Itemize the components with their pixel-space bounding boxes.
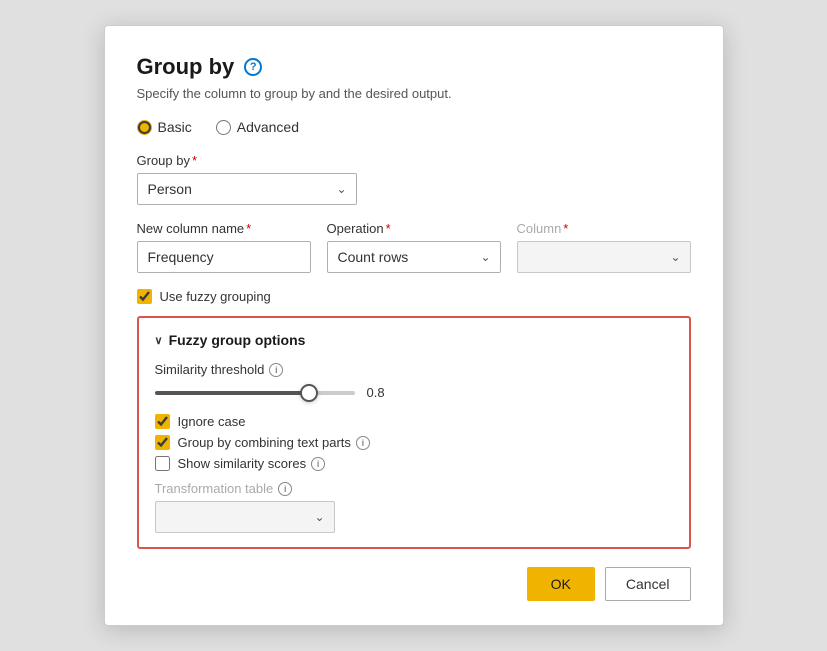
similarity-threshold-row: Similarity threshold i 0.8 <box>155 362 673 400</box>
radio-basic-text: Basic <box>158 119 192 135</box>
new-column-name-col: New column name* <box>137 221 311 273</box>
group-by-row: Group by* Person Column1 Column2 ⌄ <box>137 153 691 205</box>
new-column-name-label: New column name* <box>137 221 311 236</box>
ignore-case-row[interactable]: Ignore case <box>155 414 673 429</box>
operation-select-wrapper: Count rows Sum Average Min Max Count Dis… <box>327 241 501 273</box>
transformation-table-row: Transformation table i ⌄ <box>155 481 673 533</box>
column-col: Column* ⌄ <box>517 221 691 273</box>
use-fuzzy-grouping-label: Use fuzzy grouping <box>160 289 271 304</box>
operation-col: Operation* Count rows Sum Average Min Ma… <box>327 221 501 273</box>
operation-label: Operation* <box>327 221 501 236</box>
group-by-combining-checkbox[interactable] <box>155 435 170 450</box>
dialog-title: Group by <box>137 54 235 80</box>
group-by-required: * <box>192 153 197 168</box>
operation-required: * <box>386 221 391 236</box>
ok-button[interactable]: OK <box>527 567 595 601</box>
operation-select[interactable]: Count rows Sum Average Min Max Count Dis… <box>327 241 501 273</box>
group-by-combining-info-icon[interactable]: i <box>356 436 370 450</box>
column-select-wrapper: ⌄ <box>517 241 691 273</box>
ignore-case-label: Ignore case <box>178 414 246 429</box>
transformation-table-label: Transformation table <box>155 481 274 496</box>
similarity-threshold-info-icon[interactable]: i <box>269 363 283 377</box>
mode-radio-group: Basic Advanced <box>137 119 691 135</box>
group-by-select[interactable]: Person Column1 Column2 <box>137 173 357 205</box>
new-column-name-input[interactable] <box>137 241 311 273</box>
transformation-table-info-icon[interactable]: i <box>278 482 292 496</box>
radio-basic[interactable] <box>137 120 152 135</box>
group-by-field-label: Group by* <box>137 153 691 168</box>
use-fuzzy-grouping-row[interactable]: Use fuzzy grouping <box>137 289 691 304</box>
ignore-case-checkbox[interactable] <box>155 414 170 429</box>
group-by-combining-label: Group by combining text parts i <box>178 435 370 450</box>
column-select <box>517 241 691 273</box>
similarity-threshold-label: Similarity threshold <box>155 362 265 377</box>
show-similarity-scores-row[interactable]: Show similarity scores i <box>155 456 673 471</box>
show-similarity-scores-checkbox[interactable] <box>155 456 170 471</box>
new-column-name-required: * <box>246 221 251 236</box>
similarity-threshold-slider[interactable] <box>155 391 355 395</box>
similarity-threshold-value: 0.8 <box>367 385 397 400</box>
fuzzy-collapse-icon[interactable]: ∨ <box>155 334 163 347</box>
show-similarity-scores-info-icon[interactable]: i <box>311 457 325 471</box>
column-label: Column* <box>517 221 691 236</box>
show-similarity-scores-label: Show similarity scores i <box>178 456 326 471</box>
cancel-button[interactable]: Cancel <box>605 567 691 601</box>
three-col-row: New column name* Operation* Count rows S… <box>137 221 691 273</box>
dialog-subtitle: Specify the column to group by and the d… <box>137 86 691 101</box>
dialog-footer: OK Cancel <box>137 567 691 601</box>
use-fuzzy-grouping-checkbox[interactable] <box>137 289 152 304</box>
similarity-threshold-label-row: Similarity threshold i <box>155 362 673 377</box>
radio-advanced-label[interactable]: Advanced <box>216 119 299 135</box>
fuzzy-section-title: Fuzzy group options <box>169 332 306 348</box>
dialog-title-row: Group by ? <box>137 54 691 80</box>
column-required: * <box>563 221 568 236</box>
radio-advanced-text: Advanced <box>237 119 299 135</box>
radio-advanced[interactable] <box>216 120 231 135</box>
group-by-select-wrapper: Person Column1 Column2 ⌄ <box>137 173 357 205</box>
help-icon[interactable]: ? <box>244 58 262 76</box>
fuzzy-title-row: ∨ Fuzzy group options <box>155 332 673 348</box>
radio-basic-label[interactable]: Basic <box>137 119 192 135</box>
group-by-dialog: Group by ? Specify the column to group b… <box>104 25 724 626</box>
fuzzy-group-options-section: ∨ Fuzzy group options Similarity thresho… <box>137 316 691 549</box>
transformation-table-label-row: Transformation table i <box>155 481 673 496</box>
slider-container: 0.8 <box>155 385 673 400</box>
transformation-table-select-wrapper: ⌄ <box>155 501 335 533</box>
group-by-combining-row[interactable]: Group by combining text parts i <box>155 435 673 450</box>
transformation-table-select <box>155 501 335 533</box>
